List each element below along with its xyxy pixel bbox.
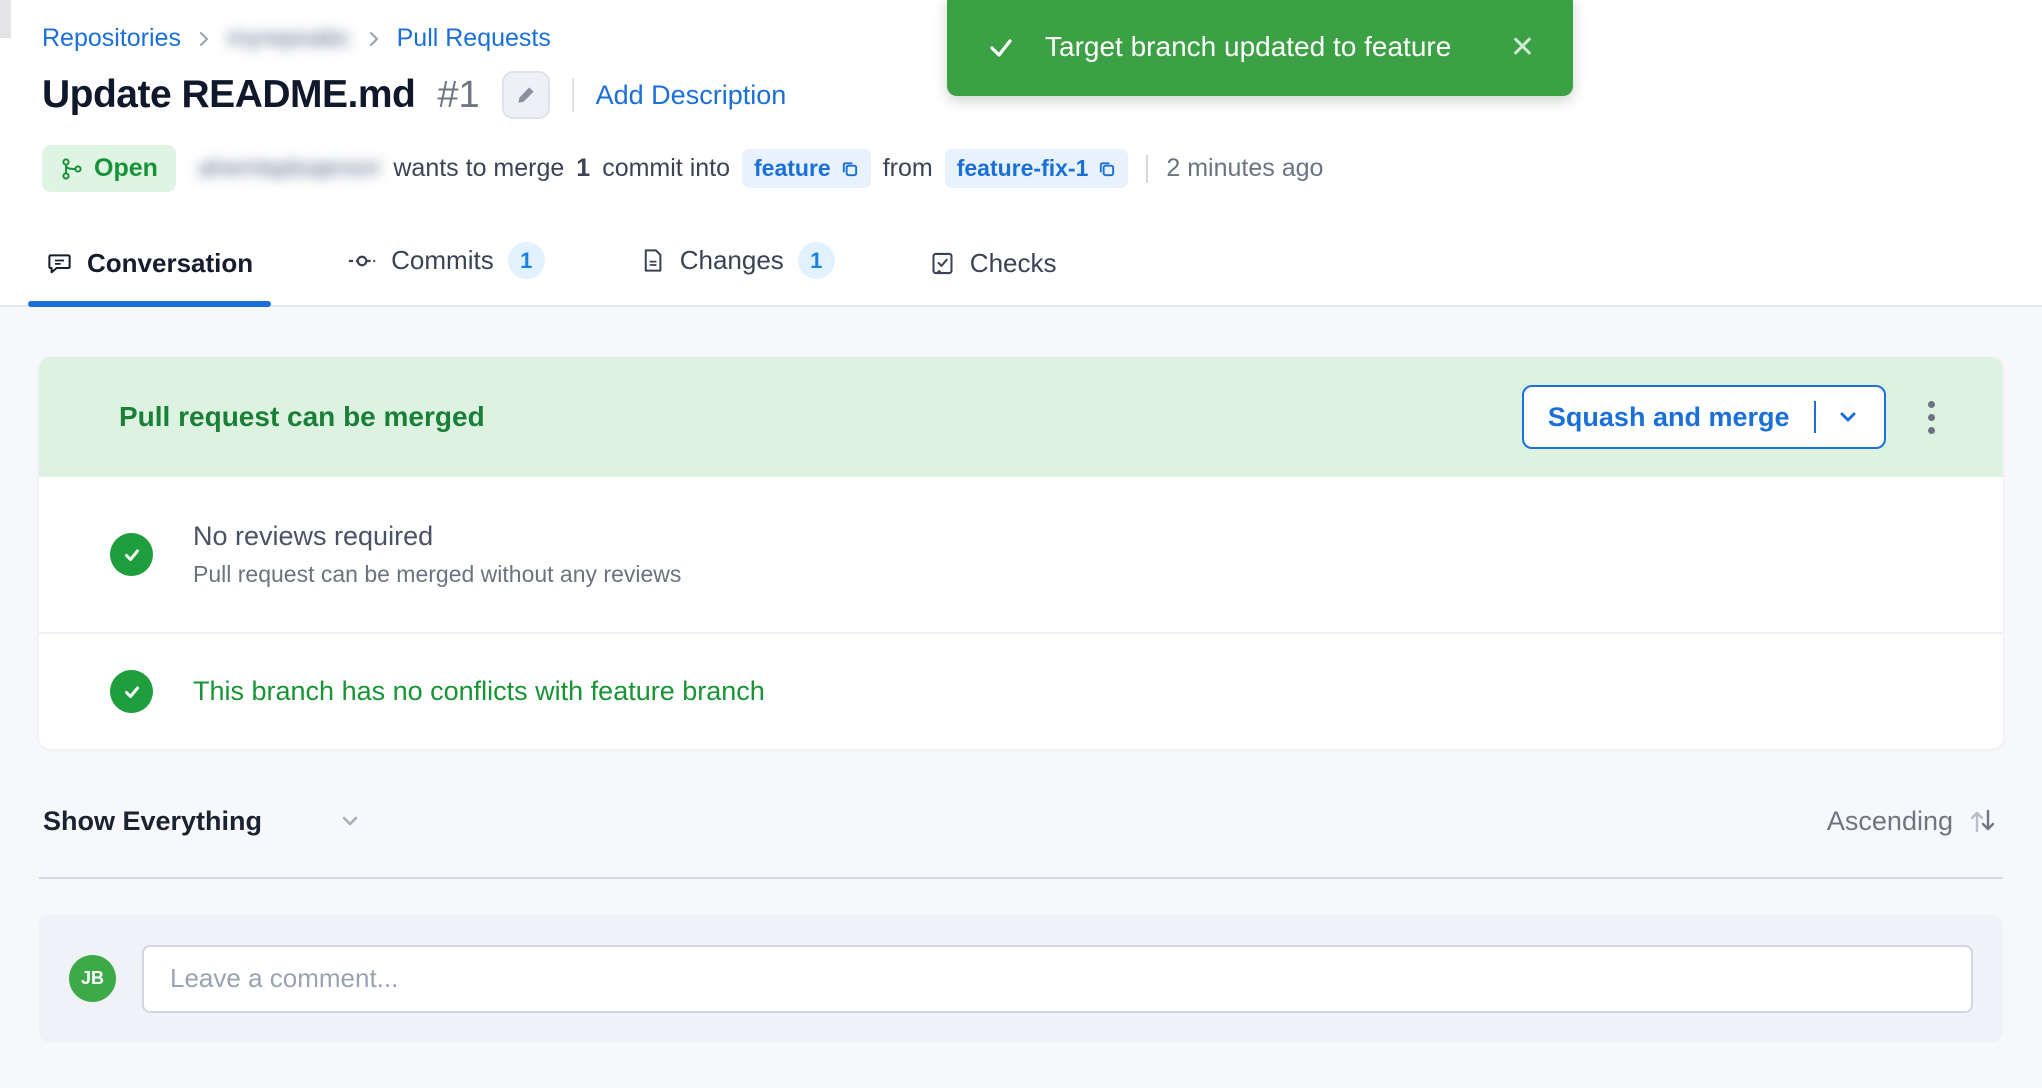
squash-and-merge-button[interactable]: Squash and merge [1522, 385, 1886, 449]
toast-notification: Target branch updated to feature ✕ [947, 0, 1573, 96]
meta-text-wants: wants to merge [393, 154, 564, 183]
file-diff-icon [639, 247, 666, 274]
divider [1814, 401, 1817, 433]
source-branch-label: feature-fix-1 [957, 155, 1089, 182]
status-label: Open [94, 154, 158, 183]
chevron-right-icon [195, 30, 213, 48]
chevron-down-icon[interactable] [336, 807, 364, 835]
pr-meta-row: Open ahemtqdoqenorr wants to merge 1 com… [42, 145, 2000, 192]
commits-count-badge: 1 [508, 242, 545, 279]
check-subtitle: Pull request can be merged without any r… [193, 561, 681, 588]
filter-dropdown[interactable]: Show Everything [43, 806, 364, 837]
timeline-controls: Show Everything Ascending [39, 805, 2003, 837]
sort-toggle[interactable]: Ascending [1827, 805, 1999, 837]
check-circle-icon [110, 670, 153, 713]
divider [39, 877, 2003, 879]
checklist-icon [929, 250, 956, 277]
check-texts: No reviews required Pull request can be … [193, 521, 681, 588]
edit-title-button[interactable] [502, 71, 550, 119]
comment-input[interactable] [142, 945, 1973, 1013]
avatar: JB [69, 955, 116, 1002]
divider [572, 78, 574, 112]
sort-label: Ascending [1827, 806, 1953, 837]
screen-edge-fragment [0, 0, 11, 38]
status-badge-open: Open [42, 145, 176, 192]
merge-check-row-reviews: No reviews required Pull request can be … [39, 477, 2003, 632]
tab-changes[interactable]: Changes 1 [635, 236, 839, 305]
pr-timestamp: 2 minutes ago [1166, 154, 1323, 183]
chevron-down-icon[interactable] [1836, 405, 1860, 429]
git-merge-icon [60, 157, 84, 181]
comment-bubble-icon [46, 250, 73, 277]
commit-count: 1 [576, 154, 590, 183]
check-title: This branch has no conflicts with featur… [193, 676, 765, 707]
tab-checks[interactable]: Checks [925, 242, 1061, 305]
changes-count-badge: 1 [798, 242, 835, 279]
tab-label: Conversation [87, 248, 253, 279]
toast-message: Target branch updated to feature [1045, 31, 1451, 63]
copy-icon[interactable] [840, 159, 859, 178]
meta-text-from: from [883, 154, 933, 183]
divider [1146, 155, 1148, 183]
filter-label: Show Everything [43, 806, 262, 837]
tab-label: Commits [391, 245, 494, 276]
tab-label: Checks [970, 248, 1057, 279]
page-title: Update README.md [42, 73, 415, 117]
pr-number: #1 [437, 74, 479, 117]
tab-commits[interactable]: Commits 1 [343, 236, 549, 305]
comment-composer: JB [39, 915, 2003, 1042]
close-icon[interactable]: ✕ [1510, 30, 1535, 65]
copy-icon[interactable] [1097, 159, 1116, 178]
chevron-right-icon [365, 30, 383, 48]
meta-text-into: commit into [602, 154, 730, 183]
pencil-icon [515, 84, 537, 106]
add-description-link[interactable]: Add Description [596, 80, 787, 111]
breadcrumb-pull-requests[interactable]: Pull Requests [397, 24, 551, 53]
check-icon [985, 31, 1017, 63]
tab-label: Changes [680, 245, 784, 276]
breadcrumb-repositories[interactable]: Repositories [42, 24, 181, 53]
source-branch-badge[interactable]: feature-fix-1 [945, 149, 1129, 188]
commit-icon [347, 246, 377, 276]
active-tab-indicator [28, 301, 271, 307]
merge-card-header: Pull request can be merged Squash and me… [39, 357, 2003, 477]
merge-actions: Squash and merge [1522, 385, 1943, 449]
conversation-panel: Pull request can be merged Squash and me… [0, 307, 2042, 1088]
target-branch-label: feature [754, 155, 831, 182]
sort-arrows-icon[interactable] [1965, 805, 1999, 837]
breadcrumb-repo-redacted[interactable]: myrepoabc [227, 24, 351, 53]
merge-status-title: Pull request can be merged [119, 401, 485, 433]
pr-tabs: Conversation Commits 1 Changes 1 [0, 236, 2042, 307]
merge-options-kebab-menu[interactable] [1920, 393, 1943, 442]
check-circle-icon [110, 533, 153, 576]
merge-status-card: Pull request can be merged Squash and me… [39, 357, 2003, 749]
check-title: No reviews required [193, 521, 681, 552]
merge-button-label: Squash and merge [1548, 402, 1790, 433]
author-name-redacted[interactable]: ahemtqdoqenorr [198, 154, 381, 183]
merge-check-row-conflicts: This branch has no conflicts with featur… [39, 634, 2003, 749]
tab-conversation[interactable]: Conversation [42, 242, 257, 305]
target-branch-badge[interactable]: feature [742, 149, 871, 188]
